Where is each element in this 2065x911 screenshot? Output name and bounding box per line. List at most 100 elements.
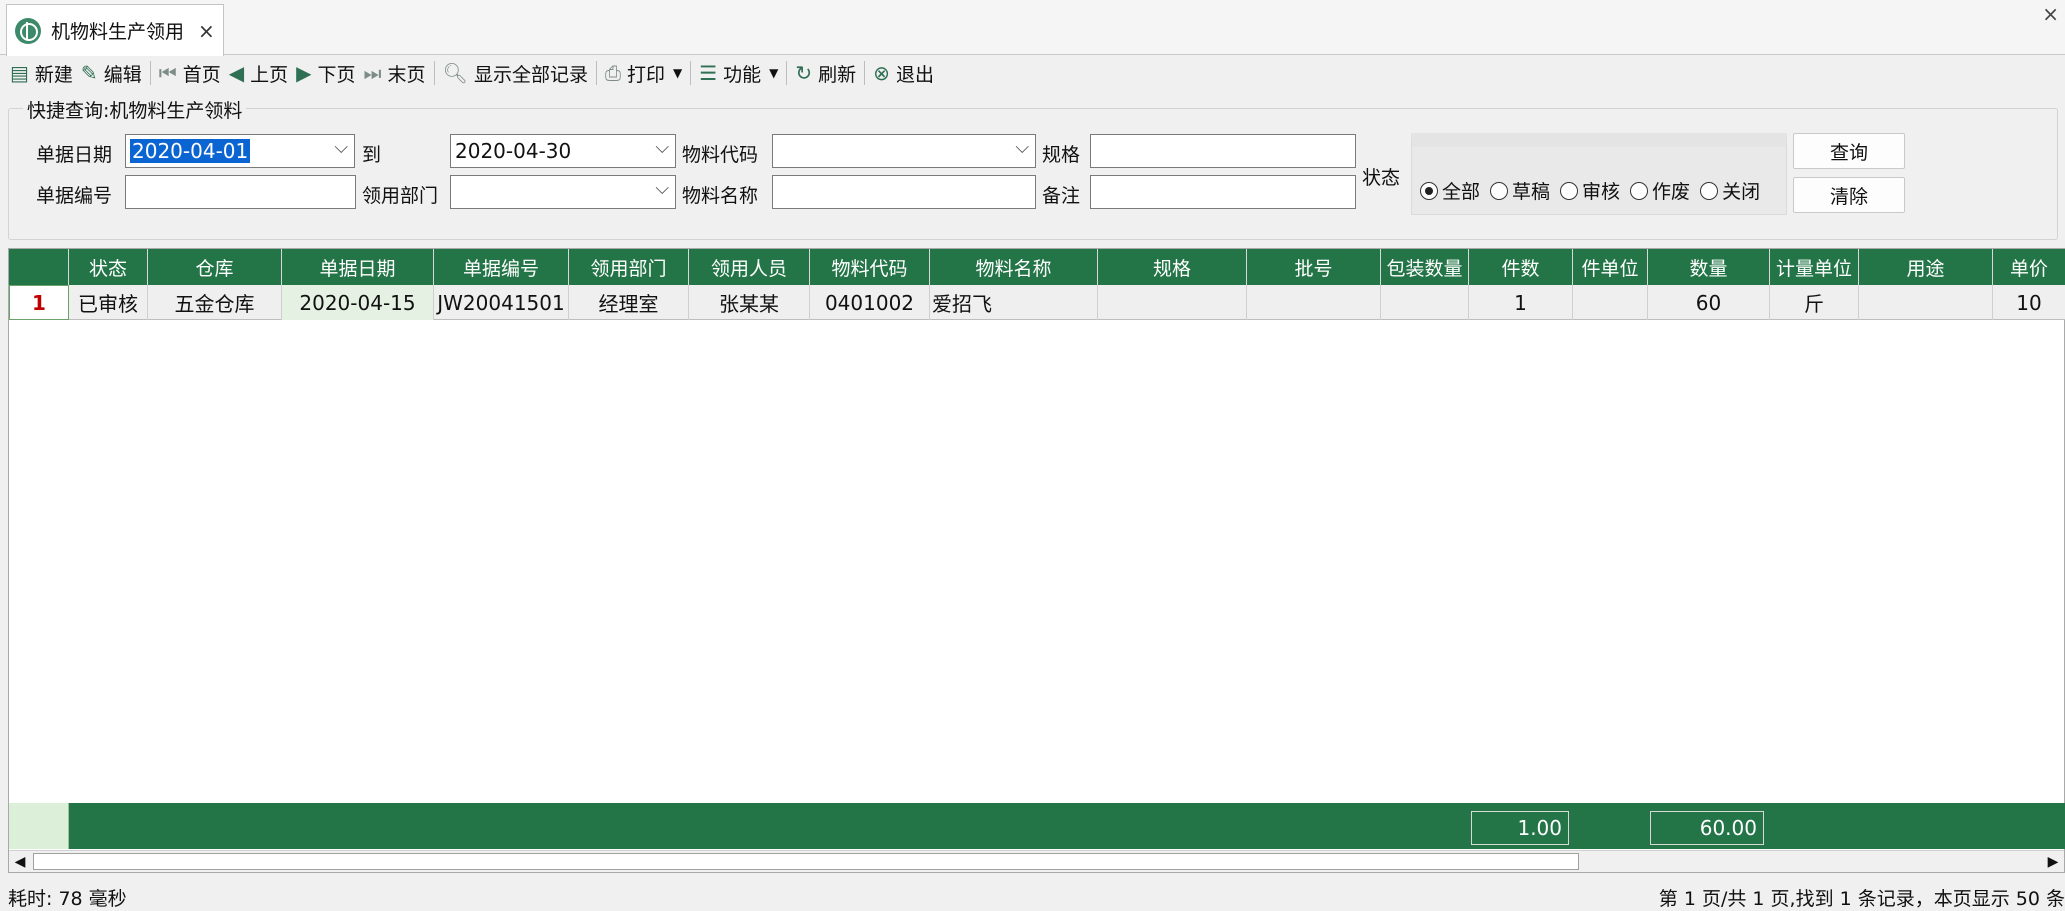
group-title: 快捷查询:机物料生产领料 (23, 96, 247, 123)
refresh-label: 刷新 (818, 63, 857, 86)
table-cell: 经理室 (569, 285, 689, 320)
toolbar-divider (690, 61, 692, 85)
radio-icon (1630, 181, 1649, 200)
column-header[interactable]: 单价 (1993, 249, 2065, 285)
column-header[interactable]: 件单位 (1573, 249, 1648, 285)
window-close-icon[interactable]: × (2042, 2, 2059, 26)
doc-no-field[interactable] (125, 175, 356, 209)
grid-totals-row: 1.00 60.00 (9, 803, 2065, 849)
grid-header: 状态 仓库 单据日期 单据编号 领用部门 领用人员 物料代码 物料名称 规格 批… (9, 249, 2065, 285)
tab-material-issue[interactable]: 机物料生产领用 × (6, 4, 224, 56)
scroll-right-icon[interactable]: ▶ (2042, 852, 2064, 872)
edit-button[interactable]: ✎ 编辑 (77, 58, 146, 88)
status-option-label: 作废 (1652, 181, 1691, 203)
search-button[interactable]: 查询 (1793, 133, 1905, 169)
table-cell (1381, 285, 1469, 320)
table-cell: 张某某 (689, 285, 810, 320)
radio-selected-icon (1420, 181, 1438, 200)
clear-button[interactable]: 清除 (1793, 177, 1905, 213)
tab-title: 机物料生产领用 (51, 21, 185, 43)
table-cell (1859, 285, 1993, 320)
column-header[interactable]: 状态 (69, 249, 148, 285)
scrollbar-thumb[interactable] (33, 853, 1579, 870)
table-cell: 1 (1469, 285, 1573, 320)
document-icon: ▤ (10, 61, 29, 85)
chevron-down-icon: ▼ (769, 66, 779, 80)
exit-button[interactable]: ⊗ 退出 (869, 58, 938, 88)
app-window: 机物料生产领用 × × ▤ 新建 ✎ 编辑 ⏮ 首页 ◀ 上页 ▶ 下页 ⏭ 末页 🔍︎ 显示… (0, 0, 2065, 911)
table-cell: JW20041501 (434, 285, 569, 320)
table-cell (1098, 285, 1247, 320)
column-header[interactable]: 件数 (1469, 249, 1573, 285)
column-header[interactable]: 物料代码 (810, 249, 930, 285)
last-label: 末页 (387, 63, 426, 86)
date-to-field[interactable]: 2020-04-30 (450, 134, 676, 168)
table-row[interactable]: 1 已审核 五金仓库 2020-04-15 JW20041501 经理室 张某某… (9, 285, 2065, 320)
table-cell: 60 (1648, 285, 1770, 320)
column-header[interactable]: 单据日期 (282, 249, 434, 285)
status-option-label: 草稿 (1512, 181, 1551, 203)
column-header[interactable]: 批号 (1247, 249, 1381, 285)
edit-label: 编辑 (103, 63, 142, 86)
spec-field[interactable] (1090, 134, 1356, 168)
toolbar-divider (433, 61, 435, 85)
scroll-left-icon[interactable]: ◀ (9, 852, 31, 872)
totals-lead-cell (9, 803, 69, 849)
column-header[interactable]: 物料名称 (930, 249, 1098, 285)
doc-no-label: 单据编号 (36, 185, 113, 207)
remark-field[interactable] (1090, 175, 1356, 209)
column-header[interactable]: 仓库 (148, 249, 282, 285)
material-name-field[interactable] (772, 175, 1036, 209)
remark-label: 备注 (1042, 185, 1081, 207)
column-header[interactable]: 领用人员 (689, 249, 810, 285)
to-label: 到 (362, 144, 382, 166)
total-pieces: 1.00 (1471, 811, 1569, 845)
function-label: 功能 (723, 63, 762, 86)
exit-icon: ⊗ (873, 61, 890, 85)
chevron-down-icon: ▼ (672, 66, 683, 80)
magnifier-doc-icon: 🔍︎ (442, 61, 468, 85)
last-page-button[interactable]: ⏭ 末页 (360, 58, 430, 88)
next-page-button[interactable]: ▶ 下页 (292, 58, 359, 88)
edit-icon: ✎ (80, 61, 98, 85)
first-page-button[interactable]: ⏮ 首页 (155, 58, 225, 88)
printer-icon: ⎙ (604, 61, 621, 85)
horizontal-scrollbar[interactable]: ◀ ▶ (9, 850, 2064, 872)
column-header[interactable]: 单据编号 (434, 249, 569, 285)
tab-close-icon[interactable]: × (198, 19, 215, 43)
new-button[interactable]: ▤ 新建 (6, 58, 77, 88)
refresh-button[interactable]: ↻ 刷新 (791, 58, 860, 88)
column-header[interactable]: 规格 (1098, 249, 1247, 285)
status-bar: 耗时: 78 毫秒 第 1 页/共 1 页,找到 1 条记录，本页显示 50 条 (0, 880, 2065, 911)
radio-icon (1490, 181, 1509, 200)
tab-strip: 机物料生产领用 × × (0, 0, 2065, 56)
material-name-label: 物料名称 (682, 185, 759, 207)
status-radio-void[interactable]: 作废 (1630, 177, 1690, 204)
status-radio-closed[interactable]: 关闭 (1700, 177, 1760, 204)
status-radio-group: 全部 草稿 审核 作废 关闭 (1420, 177, 1770, 204)
show-all-label: 显示全部记录 (473, 63, 588, 86)
page-info: 第 1 页/共 1 页,找到 1 条记录，本页显示 50 条 (1658, 888, 2065, 910)
date-from-field[interactable]: 2020-04-01 (125, 134, 355, 168)
date-label: 单据日期 (36, 144, 113, 166)
function-button[interactable]: ☰ 功能 ▼ (695, 58, 782, 88)
elapsed-time: 耗时: 78 毫秒 (8, 888, 127, 910)
column-header[interactable]: 领用部门 (569, 249, 689, 285)
column-header[interactable]: 计量单位 (1770, 249, 1859, 285)
status-radio-approved[interactable]: 审核 (1560, 177, 1620, 204)
refresh-icon: ↻ (795, 61, 813, 85)
prev-icon: ◀ (228, 61, 245, 85)
status-radio-all[interactable]: 全部 (1420, 177, 1480, 204)
column-header[interactable]: 包装数量 (1381, 249, 1469, 285)
prev-page-button[interactable]: ◀ 上页 (225, 58, 292, 88)
status-option-label: 全部 (1442, 181, 1481, 203)
status-radio-draft[interactable]: 草稿 (1490, 177, 1550, 204)
show-all-button[interactable]: 🔍︎ 显示全部记录 (439, 58, 592, 88)
column-header[interactable]: 用途 (1859, 249, 1993, 285)
material-code-field[interactable] (772, 134, 1036, 168)
table-cell (1573, 285, 1648, 320)
dept-field[interactable] (450, 175, 676, 209)
print-button[interactable]: ⎙ 打印 ▼ (601, 58, 686, 88)
prev-label: 上页 (250, 63, 289, 86)
column-header[interactable]: 数量 (1648, 249, 1770, 285)
